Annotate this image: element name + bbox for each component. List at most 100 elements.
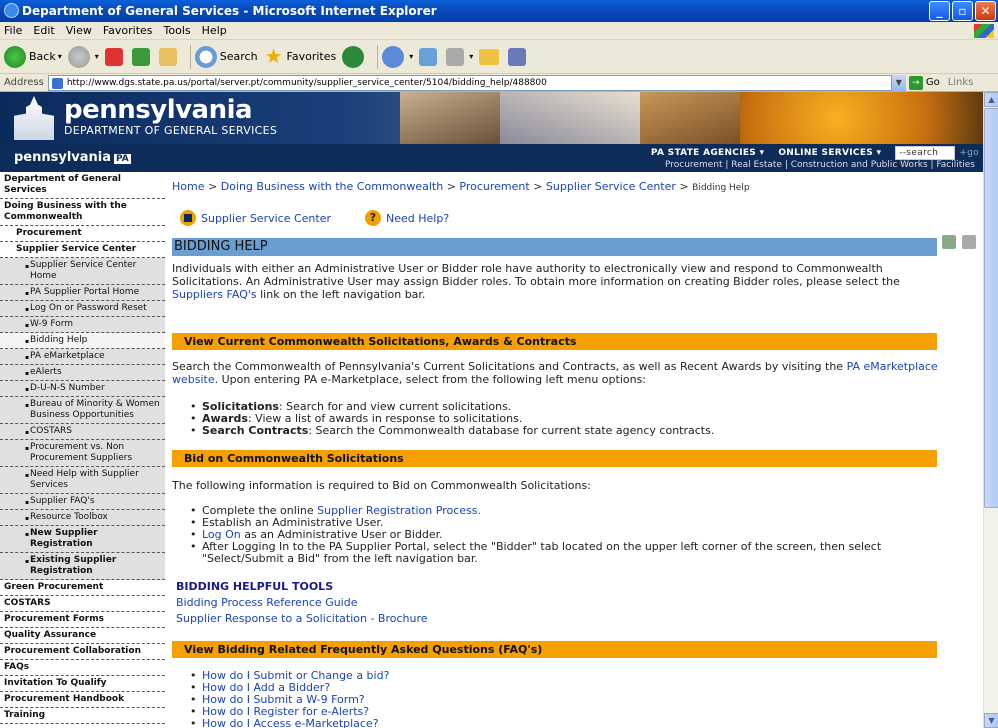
need-help-link[interactable]: ? Need Help? — [365, 210, 449, 226]
faq-link[interactable]: How do I Access e-Marketplace? — [202, 717, 379, 728]
mail-button[interactable] — [419, 44, 440, 70]
sidebar-item-bidding-help[interactable]: Bidding Help — [0, 333, 165, 349]
sidebar-item-faqs[interactable]: FAQs — [0, 660, 165, 676]
stop-icon — [104, 47, 123, 66]
scroll-up-arrow-icon[interactable]: ▲ — [984, 92, 998, 107]
breadcrumb: Home > Doing Business with the Commonwea… — [172, 180, 750, 193]
menu-edit[interactable]: Edit — [33, 22, 54, 39]
question-icon: ? — [365, 210, 381, 226]
sidebar-item-training[interactable]: Training — [0, 708, 165, 724]
minimize-button[interactable]: _ — [929, 1, 950, 21]
mail-icon — [419, 47, 438, 66]
links-button[interactable]: Links — [948, 77, 974, 88]
site-banner: pennsylvania DEPARTMENT OF GENERAL SERVI… — [0, 92, 983, 144]
sidebar-item-log-on-or-password-reset[interactable]: Log On or Password Reset — [0, 301, 165, 317]
sidebar-item-procurement-vs-non-procurement-suppliers[interactable]: Procurement vs. Non Procurement Supplier… — [0, 440, 165, 467]
breadcrumb-home[interactable]: Home — [172, 180, 204, 193]
title-bar: Department of General Services - Microso… — [0, 0, 998, 22]
quick-links: Supplier Service Center ? Need Help? — [180, 210, 483, 226]
email-page-icon[interactable] — [942, 235, 956, 249]
sidebar-item-procurement-handbook[interactable]: Procurement Handbook — [0, 692, 165, 708]
go-button[interactable]: → Go — [908, 75, 940, 90]
sidebar-item-supplier-faq-s[interactable]: Supplier FAQ's — [0, 494, 165, 510]
breadcrumb-procurement[interactable]: Procurement — [459, 180, 529, 193]
scroll-down-arrow-icon[interactable]: ▼ — [984, 713, 998, 728]
sidebar-item-procurement-collaboration[interactable]: Procurement Collaboration — [0, 644, 165, 660]
print-button[interactable]: ▾ — [446, 44, 473, 70]
sidebar-item-green-procurement[interactable]: Green Procurement — [0, 580, 165, 596]
stop-button[interactable] — [104, 44, 126, 70]
sidebar-item-procurement[interactable]: Procurement — [0, 226, 165, 242]
sidebar-item-existing-supplier-registration[interactable]: Existing Supplier Registration — [0, 553, 165, 580]
online-services-menu[interactable]: ONLINE SERVICES ▾ — [778, 148, 881, 158]
address-label: Address — [4, 77, 44, 88]
sidebar-item-ealerts[interactable]: eAlerts — [0, 365, 165, 381]
maximize-button[interactable]: ▫ — [952, 1, 973, 21]
sidebar-item-procurement-forms[interactable]: Procurement Forms — [0, 612, 165, 628]
section-heading: View Current Commonwealth Solicitations,… — [172, 333, 937, 350]
folder-button[interactable] — [479, 44, 502, 70]
pa-search-input[interactable]: --search PA-- — [895, 146, 956, 170]
back-button[interactable]: Back ▾ — [4, 44, 62, 70]
refresh-icon — [131, 47, 150, 66]
forward-button[interactable]: ▾ — [67, 44, 99, 70]
media-icon — [342, 45, 365, 68]
section-heading: View Bidding Related Frequently Asked Qu… — [172, 641, 937, 658]
sidebar-item-costars[interactable]: COSTARS — [0, 424, 165, 440]
sidebar-item-pa-supplier-portal-home[interactable]: PA Supplier Portal Home — [0, 285, 165, 301]
sidebar-item-supplier-service-center-home[interactable]: Supplier Service Center Home — [0, 258, 165, 285]
address-input[interactable]: http://www.dgs.state.pa.us/portal/server… — [47, 74, 892, 91]
sidebar-item-costars[interactable]: COSTARS — [0, 596, 165, 612]
menu-file[interactable]: File — [4, 22, 22, 39]
sidebar-item-resource-toolbox[interactable]: Resource Toolbox — [0, 510, 165, 526]
menu-favorites[interactable]: Favorites — [103, 22, 153, 39]
menu-tools[interactable]: Tools — [164, 22, 191, 39]
msn-button[interactable] — [508, 44, 529, 70]
page-title: BIDDING HELP — [172, 238, 937, 256]
favorites-button[interactable]: ★ Favorites — [264, 44, 337, 70]
sidebar-item-supplier-service-center[interactable]: Supplier Service Center — [0, 242, 165, 258]
banner-photo — [640, 92, 740, 144]
go-arrow-icon: → — [908, 75, 923, 90]
pa-search-go[interactable]: +go — [959, 148, 979, 158]
pa-state-agencies-menu[interactable]: PA STATE AGENCIES ▾ — [651, 148, 764, 158]
menu-view[interactable]: View — [66, 22, 92, 39]
vertical-scrollbar[interactable]: ▲ ▼ — [983, 92, 998, 728]
sidebar-item-department-of-general-services[interactable]: Department of General Services — [0, 172, 165, 199]
sidebar-item-pa-emarketplace[interactable]: PA eMarketplace — [0, 349, 165, 365]
banner-photo — [740, 92, 983, 144]
pa-logo[interactable]: pennsylvania PA — [14, 150, 131, 165]
sidebar-item-doing-business-with-the-commonwealth[interactable]: Doing Business with the Commonwealth — [0, 199, 165, 226]
banner-photo — [400, 92, 500, 144]
brochure-link[interactable]: Supplier Response to a Solicitation - Br… — [176, 611, 428, 627]
pa-flag-icon: PA — [114, 154, 131, 164]
sidebar-item-invitation-to-qualify[interactable]: Invitation To Qualify — [0, 676, 165, 692]
suppliers-faq-link[interactable]: Suppliers FAQ's — [172, 288, 257, 301]
breadcrumb-doing-business[interactable]: Doing Business with the Commonwealth — [221, 180, 443, 193]
media-button[interactable] — [342, 44, 367, 70]
history-button[interactable]: ▾ — [382, 44, 413, 70]
address-dropdown[interactable]: ▼ — [891, 74, 906, 91]
sidebar-item-new-supplier-registration[interactable]: New Supplier Registration — [0, 526, 165, 553]
home-icon — [158, 47, 177, 66]
top-category-links[interactable]: Procurement | Real Estate | Construction… — [665, 160, 975, 170]
breadcrumb-supplier-service-center[interactable]: Supplier Service Center — [546, 180, 676, 193]
sidebar-item-quality-assurance[interactable]: Quality Assurance — [0, 628, 165, 644]
supplier-service-center-link[interactable]: Supplier Service Center — [180, 210, 331, 226]
home-button[interactable] — [158, 44, 180, 70]
sidebar-item-need-help-with-supplier-services[interactable]: Need Help with Supplier Services — [0, 467, 165, 494]
scroll-thumb[interactable] — [984, 108, 998, 508]
sidebar-item-w-9-form[interactable]: W-9 Form — [0, 317, 165, 333]
refresh-button[interactable] — [131, 44, 153, 70]
close-button[interactable]: ✕ — [975, 1, 996, 21]
section-heading: Bid on Commonwealth Solicitations — [172, 450, 937, 467]
reference-guide-link[interactable]: Bidding Process Reference Guide — [176, 595, 428, 611]
menu-help[interactable]: Help — [202, 22, 227, 39]
history-icon — [382, 45, 405, 68]
sidebar-item-bureau-of-minority-women-business-opportunities[interactable]: Bureau of Minority & Women Business Oppo… — [0, 397, 165, 424]
print-page-icon[interactable] — [962, 235, 976, 249]
toolbar: Back ▾ ▾ Search ★ Favorites ▾ ▾ — [0, 40, 998, 74]
sidebar-item-d-u-n-s-number[interactable]: D-U-N-S Number — [0, 381, 165, 397]
search-button[interactable]: Search — [194, 44, 258, 70]
faq-list: How do I Submit or Change a bid? How do … — [190, 670, 389, 728]
